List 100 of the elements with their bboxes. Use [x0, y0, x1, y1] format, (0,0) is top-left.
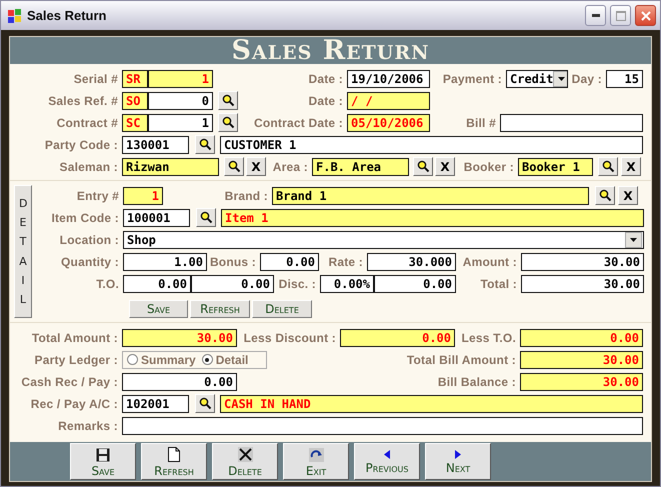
input-field[interactable]: Brand 1 — [272, 186, 589, 204]
input-field[interactable]: 0.00 — [340, 328, 455, 346]
field-label: T.O. — [95, 276, 120, 290]
clear-button[interactable]: X — [618, 186, 638, 205]
search-icon — [222, 116, 234, 129]
input-field[interactable]: 0.00 — [123, 274, 191, 292]
action-button[interactable]: Delete — [252, 300, 312, 318]
search-button[interactable] — [218, 91, 238, 110]
maximize-icon — [616, 10, 626, 20]
action-button[interactable]: Save — [129, 300, 188, 318]
input-field[interactable]: 102001 — [122, 394, 189, 412]
input-field[interactable]: 19/10/2006 — [347, 70, 430, 88]
input-field[interactable]: 30.00 — [521, 252, 644, 270]
input-field[interactable] — [500, 114, 643, 132]
input-field[interactable]: 30.000 — [367, 252, 456, 270]
input-field[interactable]: 1 — [148, 114, 213, 132]
input-field[interactable]: 0.00 — [520, 328, 643, 346]
field-label: Entry # — [76, 188, 120, 202]
payment-dropdown[interactable]: Credit — [506, 70, 568, 88]
input-field[interactable]: CUSTOMER 1 — [220, 136, 643, 154]
search-button[interactable] — [218, 113, 238, 132]
field-label: Area : — [272, 160, 309, 174]
input-field[interactable]: CASH IN HAND — [220, 394, 643, 412]
input-field[interactable]: 1 — [148, 70, 213, 88]
input-field[interactable]: Booker 1 — [518, 158, 593, 176]
toolbar-button[interactable]: Exit — [283, 443, 349, 480]
input-field[interactable]: SO — [122, 92, 148, 110]
input-field[interactable]: 0.00% — [320, 274, 374, 292]
search-button[interactable] — [598, 157, 618, 176]
field-label: Bill Balance : — [436, 374, 517, 388]
caret-down-icon — [630, 238, 637, 242]
search-icon — [200, 211, 212, 224]
search-icon — [198, 397, 212, 410]
input-field[interactable]: Item 1 — [221, 208, 644, 226]
input-field[interactable]: / / — [347, 92, 430, 110]
input-field[interactable]: 30.00 — [521, 274, 644, 292]
clear-button[interactable]: X — [246, 157, 266, 176]
detail-tab[interactable]: DETAIL — [14, 185, 32, 318]
field-label: Rate : — [327, 254, 364, 268]
input-field[interactable]: 130001 — [122, 136, 189, 154]
field-label: Total Amount : — [30, 330, 119, 344]
search-button[interactable] — [196, 208, 216, 227]
field-label: Less Discount : — [242, 330, 337, 344]
radio-option[interactable]: Summary — [127, 352, 196, 366]
right-triangle-icon — [455, 450, 461, 459]
field-label: Cash Rec / Pay : — [20, 374, 119, 388]
form-title: Sales Return — [10, 37, 651, 64]
input-field[interactable]: 0 — [148, 92, 213, 110]
search-button[interactable] — [595, 186, 615, 205]
input-field[interactable]: SC — [122, 114, 148, 132]
input-field[interactable]: 0.00 — [191, 274, 274, 292]
toolbar-button[interactable]: Next — [425, 443, 491, 480]
input-field[interactable]: F.B. Area — [312, 158, 409, 176]
toolbar-button[interactable]: Delete — [212, 443, 278, 480]
field-label: Contract Date : — [252, 116, 344, 130]
input-field[interactable] — [122, 416, 643, 434]
search-icon — [602, 160, 614, 173]
radio-option[interactable]: Detail — [202, 352, 248, 366]
field-label: Total Bill Amount : — [406, 352, 517, 366]
minimize-button[interactable] — [585, 5, 606, 26]
input-field[interactable]: SR — [122, 70, 148, 88]
input-field[interactable]: Rizwan — [122, 158, 219, 176]
input-field[interactable]: 30.00 — [520, 350, 643, 368]
location-dropdown[interactable]: Shop — [123, 230, 644, 248]
close-button[interactable] — [635, 5, 656, 26]
search-icon — [416, 160, 430, 173]
toolbar-button[interactable]: Refresh — [141, 443, 207, 480]
field-label: Party Code : — [44, 138, 119, 152]
field-label: Party Ledger : — [34, 352, 119, 366]
field-label: Serial # — [72, 72, 119, 86]
input-field[interactable]: 30.00 — [520, 372, 643, 390]
search-button[interactable] — [195, 135, 215, 154]
window-title: Sales Return — [27, 8, 108, 23]
clear-button[interactable]: X — [435, 157, 455, 176]
search-icon — [198, 138, 212, 151]
input-field[interactable]: 0.00 — [374, 274, 456, 292]
input-field[interactable]: 1.00 — [123, 252, 207, 270]
field-label: Bonus : — [208, 254, 257, 268]
search-button[interactable] — [224, 157, 244, 176]
field-label: Sales Ref. # — [47, 94, 119, 108]
search-button[interactable] — [413, 157, 433, 176]
action-button[interactable]: Refresh — [190, 300, 250, 318]
clear-button[interactable]: X — [621, 157, 641, 176]
input-field[interactable]: 0.00 — [260, 252, 319, 270]
caret-down-icon — [558, 76, 566, 80]
field-label: Location : — [58, 232, 120, 246]
input-field[interactable]: 100001 — [123, 208, 190, 226]
input-field[interactable]: 05/10/2006 — [347, 114, 430, 132]
search-icon — [228, 160, 240, 173]
input-field[interactable]: 1 — [123, 186, 163, 204]
input-field[interactable]: 15 — [606, 70, 643, 88]
field-label: Bill # — [465, 116, 497, 130]
toolbar-button[interactable]: Previous — [354, 443, 420, 480]
input-field[interactable]: 0.00 — [122, 372, 237, 390]
field-label: Payment : — [442, 72, 503, 86]
input-field[interactable]: 30.00 — [122, 328, 237, 346]
field-label: Booker : — [462, 160, 515, 174]
app-icon — [7, 8, 23, 24]
search-button[interactable] — [195, 394, 215, 413]
toolbar-button[interactable]: Save — [70, 443, 136, 480]
